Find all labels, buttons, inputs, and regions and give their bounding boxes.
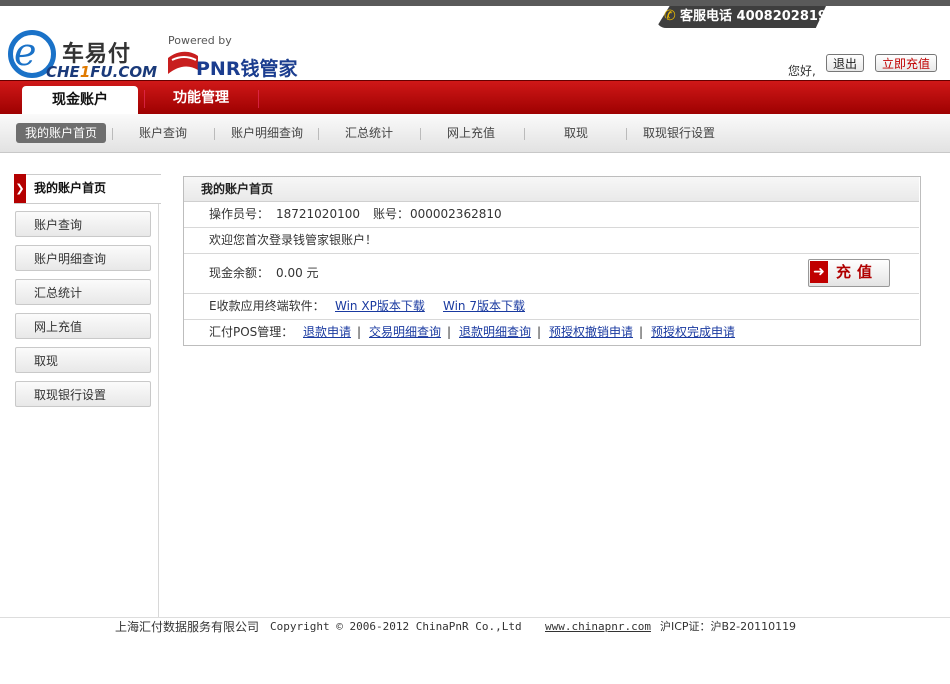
link-separator: |: [639, 325, 644, 339]
logo-english: CHE1FU.COM: [46, 63, 157, 81]
pos-preauth-complete-link[interactable]: 预授权完成申请: [651, 322, 735, 342]
subnav-divider: [524, 128, 525, 140]
operator-value: 18721020100: [276, 207, 360, 221]
top-strip: [0, 0, 950, 6]
subnav-online-recharge[interactable]: 网上充值: [434, 123, 508, 143]
sidebar-item-account-detail[interactable]: 账户明细查询: [15, 245, 151, 271]
subnav-withdraw-bank-settings[interactable]: 取现银行设置: [636, 123, 722, 143]
recharge-now-button[interactable]: 立即充值: [875, 54, 938, 72]
link-separator: |: [447, 325, 452, 339]
subnav-divider: [420, 128, 421, 140]
sidebar-item-account-query[interactable]: 账户查询: [15, 211, 151, 237]
row-divider: [184, 227, 919, 228]
logo-en-part: FU.COM: [90, 63, 158, 81]
subnav-account-detail[interactable]: 账户明细查询: [222, 123, 312, 143]
recharge-button-label: 充值: [836, 263, 879, 281]
tab-function-management[interactable]: 功能管理: [146, 86, 256, 112]
row-divider: [184, 293, 919, 294]
nav-divider: [144, 90, 145, 108]
pos-preauth-cancel-link[interactable]: 预授权撤销申请: [549, 322, 633, 342]
powered-by-text: Powered by: [168, 34, 232, 47]
footer-copyright: Copyright © 2006-2012 ChinaPnR Co.,Ltd: [270, 620, 522, 633]
footer-site-link[interactable]: www.chinapnr.com: [545, 619, 651, 635]
account-value: 000002362810: [410, 207, 502, 221]
sidebar-divider: [158, 174, 159, 618]
panel-title: 我的账户首页: [201, 182, 274, 196]
sidebar-item-label: 我的账户首页: [34, 181, 107, 195]
download-win7-link[interactable]: Win 7版本下载: [443, 296, 525, 316]
greeting-text: 您好,: [788, 64, 816, 78]
subnav-summary-stats[interactable]: 汇总统计: [332, 123, 406, 143]
sidebar-item-withdraw[interactable]: 取现: [15, 347, 151, 373]
phone-icon: ✆: [664, 8, 676, 24]
account-label: 账号：: [373, 207, 410, 221]
subnav-divider: [626, 128, 627, 140]
pos-transaction-detail-link[interactable]: 交易明细查询: [369, 322, 441, 342]
arrow-right-icon: ➜: [810, 261, 828, 283]
sidebar-item-online-recharge[interactable]: 网上充值: [15, 313, 151, 339]
chevron-right-icon: ❯: [14, 174, 26, 203]
pos-label: 汇付POS管理：: [209, 325, 294, 339]
sidebar-item-withdraw-bank-settings[interactable]: 取现银行设置: [15, 381, 151, 407]
row-divider: [184, 319, 919, 320]
footer-company: 上海汇付数据服务有限公司: [115, 620, 260, 634]
balance-value: 0.00 元: [276, 266, 319, 280]
tab-cash-account[interactable]: 现金账户: [22, 86, 138, 116]
balance-label: 现金余额：: [209, 266, 270, 280]
logo-en-part: CHE: [46, 63, 80, 81]
download-winxp-link[interactable]: Win XP版本下载: [335, 296, 425, 316]
subnav-divider: [112, 128, 113, 140]
operator-label: 操作员号：: [209, 207, 270, 221]
link-separator: |: [537, 325, 542, 339]
software-label: E收款应用终端软件：: [209, 299, 325, 313]
row-divider: [184, 253, 919, 254]
subnav-divider: [214, 128, 215, 140]
subnav-withdraw[interactable]: 取现: [544, 123, 608, 143]
subnav-divider: [318, 128, 319, 140]
logo-en-part: 1: [79, 63, 91, 81]
link-separator: |: [357, 325, 362, 339]
logout-button[interactable]: 退出: [826, 54, 865, 72]
pnr-brand: PNR钱管家: [196, 58, 298, 80]
main-nav-bar: [0, 80, 950, 115]
nav-divider: [258, 90, 259, 108]
pos-refund-apply-link[interactable]: 退款申请: [303, 322, 351, 342]
pos-refund-detail-link[interactable]: 退款明细查询: [459, 322, 531, 342]
subnav-my-account-home[interactable]: 我的账户首页: [16, 123, 106, 143]
logo-e-icon: e: [14, 30, 37, 74]
footer-icp: 沪ICP证：沪B2-20110119: [660, 620, 797, 633]
hotline-text: 客服电话 4008202819: [680, 9, 827, 24]
subnav-account-query[interactable]: 账户查询: [126, 123, 200, 143]
footer-divider: [0, 617, 950, 618]
panel-header: [184, 177, 919, 202]
sidebar-item-summary-stats[interactable]: 汇总统计: [15, 279, 151, 305]
welcome-text: 欢迎您首次登录钱管家银账户！: [209, 233, 378, 247]
